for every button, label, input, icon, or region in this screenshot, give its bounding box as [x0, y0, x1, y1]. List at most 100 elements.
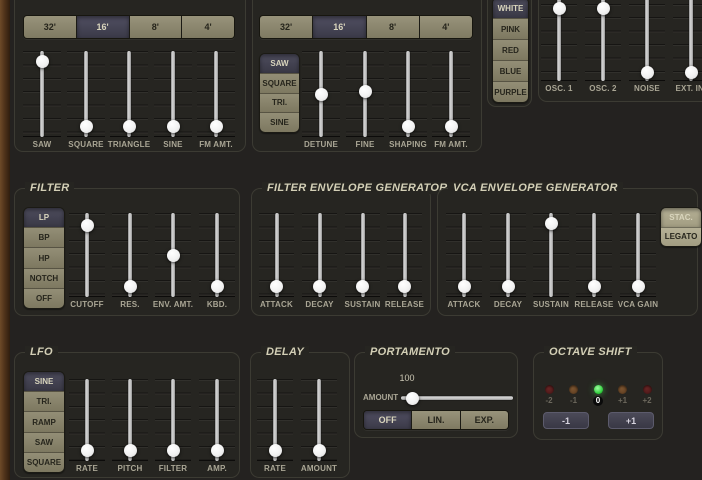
slider-knob[interactable]	[684, 66, 698, 80]
slider-track[interactable]	[107, 51, 151, 137]
slider-knob[interactable]	[596, 1, 610, 15]
filter-mode-off[interactable]: OFF	[24, 287, 64, 308]
slider-knob[interactable]	[123, 279, 137, 293]
filter-mode-notch[interactable]: NOTCH	[24, 267, 64, 288]
slider-track[interactable]	[152, 379, 194, 461]
slider-knob[interactable]	[640, 66, 654, 80]
slider-track[interactable]	[20, 51, 64, 137]
noise-option-blue[interactable]: BLUE	[493, 60, 528, 81]
slider-track[interactable]	[256, 213, 297, 297]
slider-knob[interactable]	[552, 2, 566, 16]
slider-track[interactable]	[298, 379, 340, 461]
slider-knob[interactable]	[166, 248, 180, 262]
slider-knob[interactable]	[268, 443, 282, 457]
slider-knob[interactable]	[457, 279, 471, 293]
slider-knob[interactable]	[313, 279, 326, 293]
slider-knob[interactable]	[587, 279, 601, 293]
slider-track[interactable]	[196, 213, 238, 297]
noise-option-white[interactable]: WHITE	[493, 0, 528, 18]
slider-track[interactable]	[384, 213, 425, 297]
slider-knob[interactable]	[356, 279, 369, 293]
noise-option-purple[interactable]: PURPLE	[493, 81, 528, 102]
slider-knob[interactable]	[270, 279, 283, 293]
range-option-16[interactable]: 16'	[75, 16, 129, 38]
range-option-4[interactable]: 4'	[418, 16, 472, 38]
waveform-option-sine[interactable]: SINE	[260, 112, 299, 132]
waveform-option-tri[interactable]: TRI.	[260, 92, 299, 113]
range-option-32[interactable]: 32'	[24, 16, 76, 38]
slider-track[interactable]	[386, 51, 430, 137]
noise-option-red[interactable]: RED	[493, 39, 528, 60]
portamento-mode-off[interactable]: OFF	[364, 411, 412, 429]
slider-track[interactable]	[342, 213, 383, 297]
slider-knob[interactable]	[398, 279, 411, 293]
octave-up-button[interactable]: +1	[608, 412, 654, 429]
slider-track[interactable]	[66, 213, 108, 297]
slider-knob[interactable]	[80, 219, 94, 233]
slider-knob[interactable]	[166, 119, 180, 133]
range-option-4[interactable]: 4'	[181, 16, 234, 38]
slider-knob[interactable]	[123, 443, 137, 457]
slider-track[interactable]	[538, 0, 580, 81]
waveform-option-saw[interactable]: SAW	[260, 54, 299, 73]
slider-track[interactable]	[196, 379, 238, 461]
range-option-16[interactable]: 16'	[312, 16, 366, 38]
lfo-option-saw[interactable]: SAW	[24, 431, 64, 452]
slider-knob[interactable]	[209, 119, 223, 133]
lfo-option-ramp[interactable]: RAMP	[24, 411, 64, 432]
slider-track[interactable]	[617, 213, 659, 297]
noise-option-pink[interactable]: PINK	[493, 18, 528, 39]
lfo-option-square[interactable]: SQUARE	[24, 451, 64, 472]
slider-track[interactable]	[254, 379, 296, 461]
slider-knob[interactable]	[79, 119, 93, 133]
slider-knob[interactable]	[210, 279, 224, 293]
range-option-32[interactable]: 32'	[260, 16, 313, 38]
slider-knob[interactable]	[80, 443, 94, 457]
slider-track[interactable]	[443, 213, 485, 297]
slider-track[interactable]	[194, 51, 238, 137]
slider-knob[interactable]	[122, 119, 136, 133]
slider-knob[interactable]	[631, 279, 645, 293]
lfo-option-sine[interactable]: SINE	[24, 372, 64, 392]
vca-mode-legato[interactable]: LEGATO	[661, 226, 701, 246]
slider-knob[interactable]	[405, 391, 419, 405]
slider-track[interactable]	[109, 213, 151, 297]
vca-mode-stac[interactable]: STAC.	[661, 208, 701, 227]
range-option-8[interactable]: 8'	[128, 16, 182, 38]
filter-mode-lp[interactable]: LP	[24, 208, 64, 228]
slider-track[interactable]	[66, 379, 108, 461]
slider-track[interactable]	[582, 0, 624, 81]
slider-track[interactable]	[343, 51, 387, 137]
filter-mode-bp[interactable]: BP	[24, 227, 64, 248]
slider-knob[interactable]	[210, 443, 224, 457]
slider-knob[interactable]	[544, 216, 558, 230]
slider-track[interactable]	[626, 0, 668, 81]
slider-track[interactable]	[429, 51, 473, 137]
slider-track[interactable]	[299, 51, 343, 137]
slider-track[interactable]	[151, 51, 195, 137]
slider-track[interactable]	[152, 213, 194, 297]
slider-knob[interactable]	[401, 119, 415, 133]
slider-knob[interactable]	[166, 443, 180, 457]
slider-track[interactable]	[573, 213, 615, 297]
slider-knob[interactable]	[314, 87, 328, 101]
slider-track[interactable]	[64, 51, 108, 137]
octave-down-button[interactable]: -1	[543, 412, 589, 429]
slider-knob[interactable]	[444, 119, 458, 133]
waveform-option-square[interactable]: SQUARE	[260, 72, 299, 93]
filter-mode-hp[interactable]: HP	[24, 247, 64, 268]
slider-track[interactable]	[487, 213, 529, 297]
slider-knob[interactable]	[358, 85, 372, 99]
slider-knob[interactable]	[501, 279, 515, 293]
lfo-option-tri[interactable]: TRI.	[24, 391, 64, 412]
slider-track[interactable]	[299, 213, 340, 297]
range-option-8[interactable]: 8'	[365, 16, 419, 38]
portamento-slider[interactable]	[401, 391, 513, 405]
slider-track[interactable]	[109, 379, 151, 461]
slider-knob[interactable]	[312, 443, 326, 457]
slider-knob[interactable]	[35, 55, 49, 69]
slider-track[interactable]	[670, 0, 702, 81]
portamento-mode-lin[interactable]: LIN.	[411, 411, 460, 429]
portamento-mode-exp[interactable]: EXP.	[459, 411, 508, 429]
slider-track[interactable]	[530, 213, 572, 297]
